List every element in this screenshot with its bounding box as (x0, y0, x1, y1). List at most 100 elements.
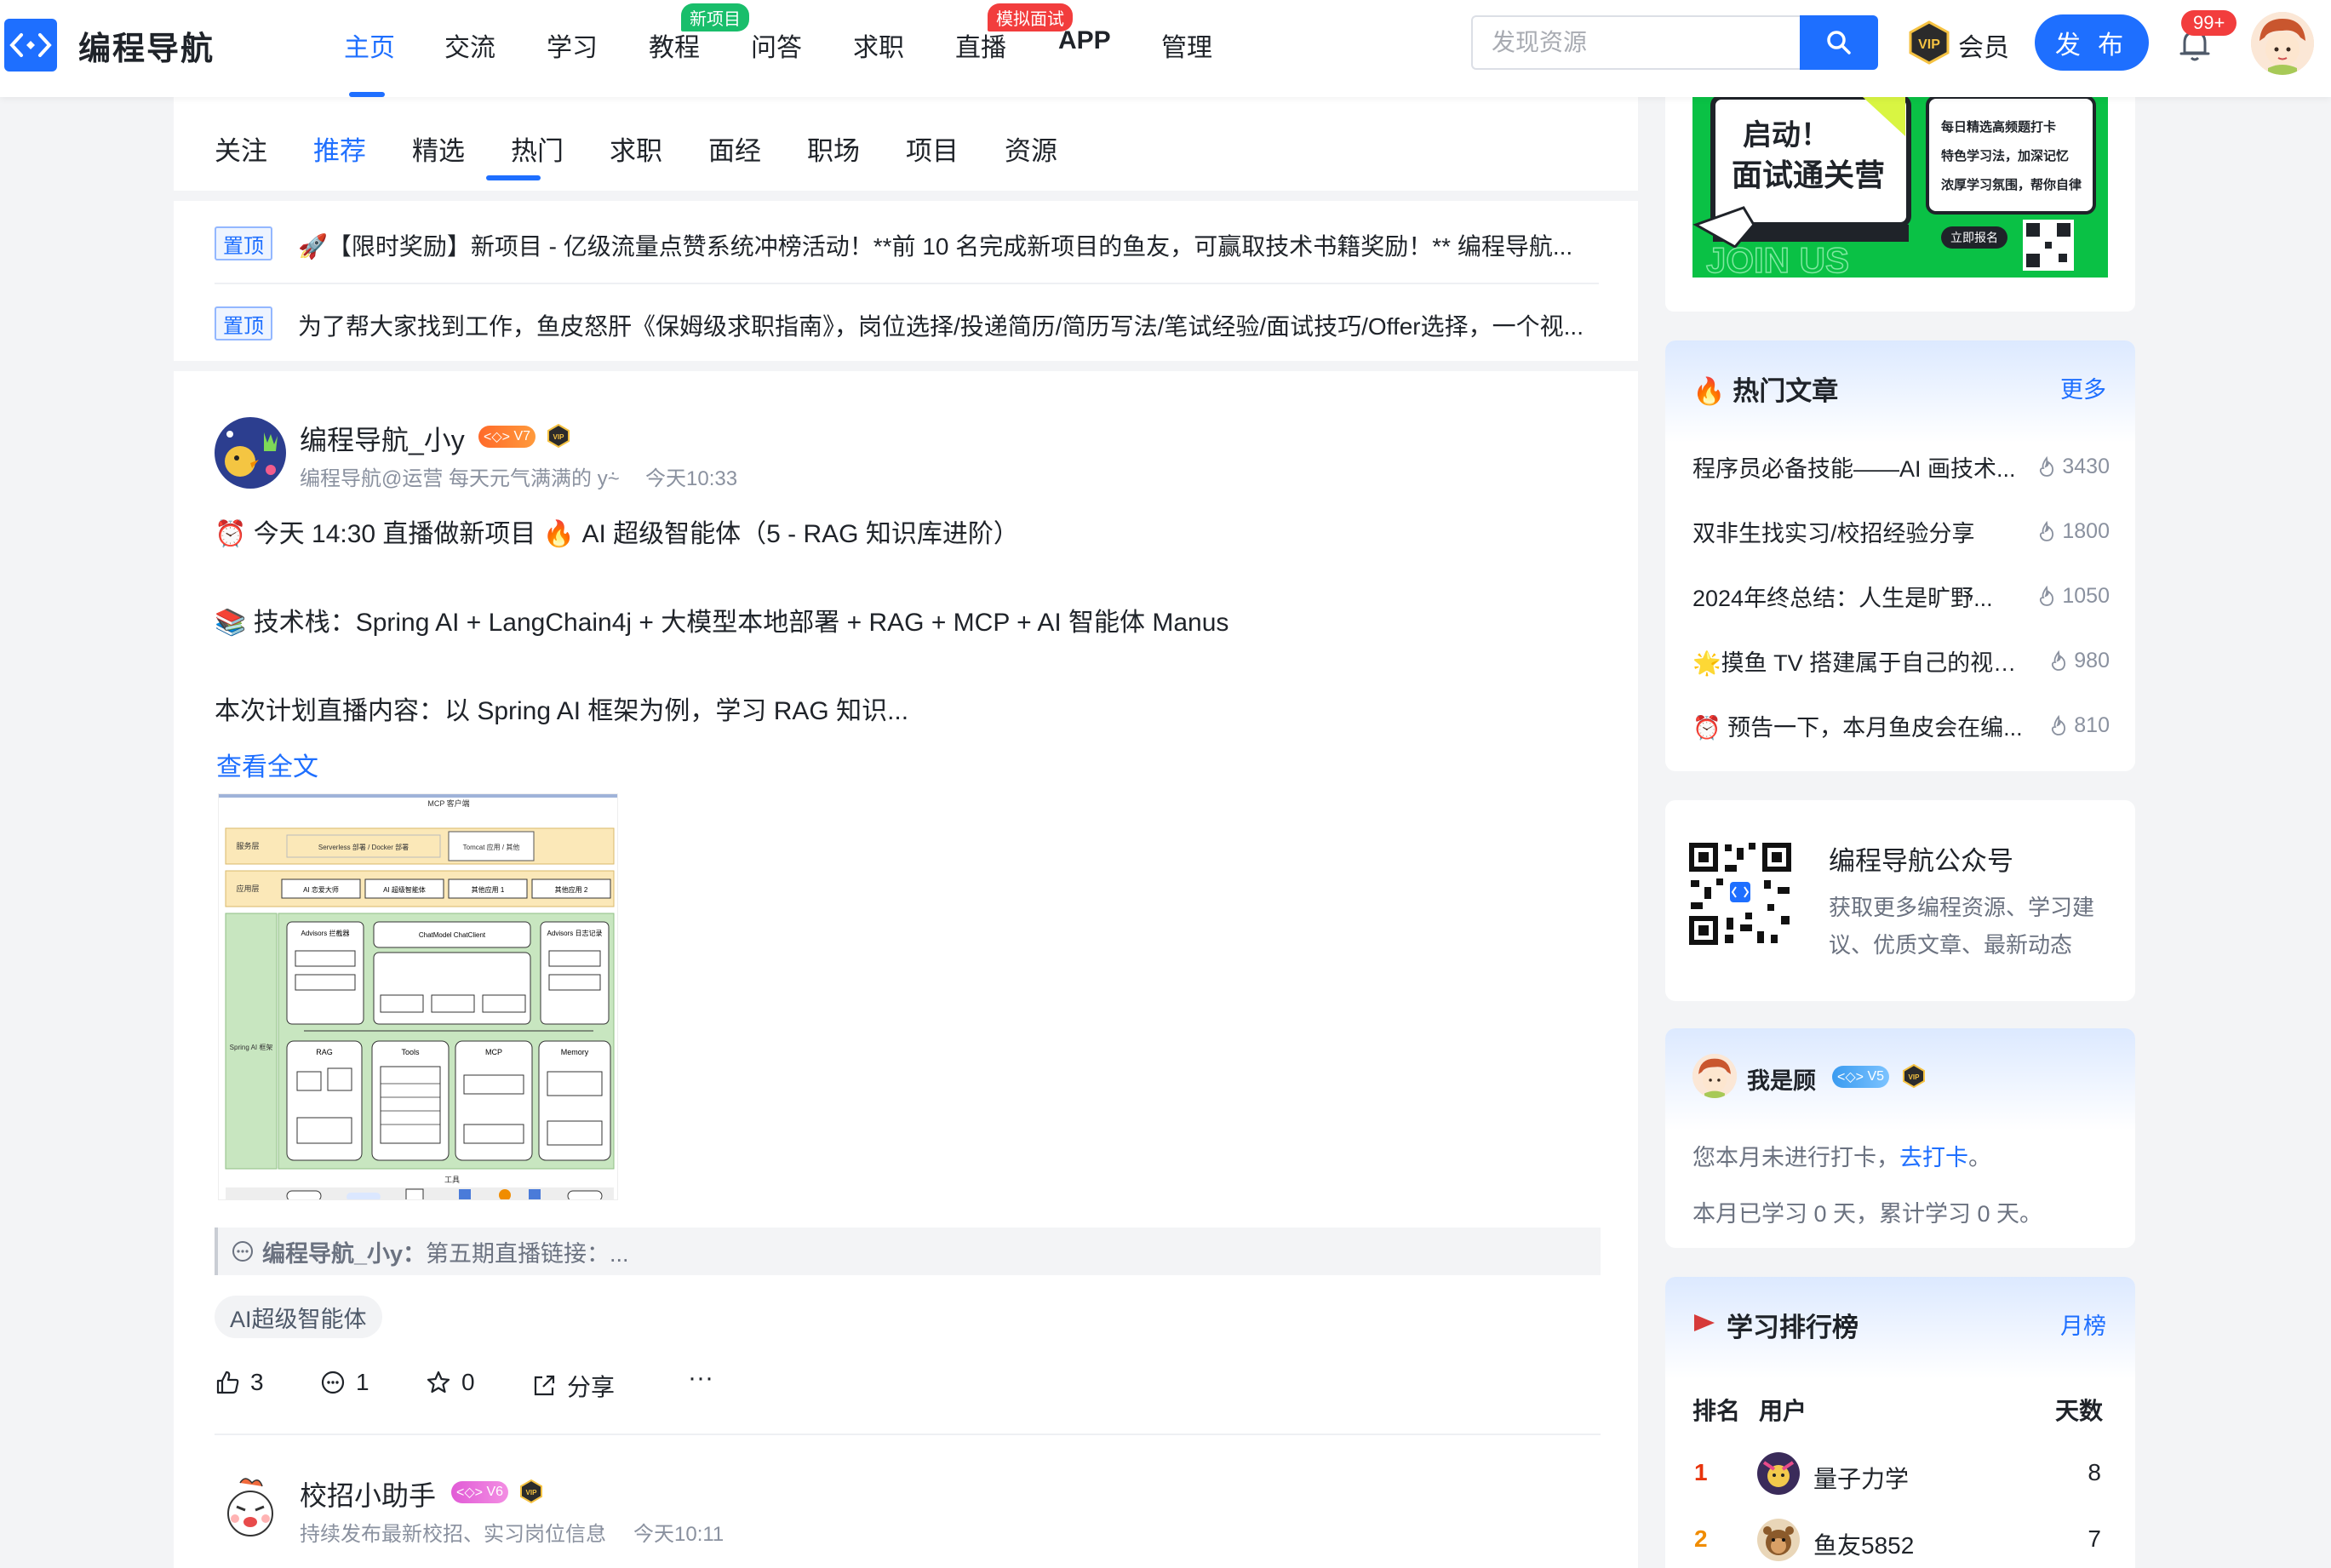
like-button[interactable]: 3 (215, 1369, 264, 1396)
ranking-user-name: 鱼友5852 (1813, 1532, 1915, 1559)
hot-article-item[interactable]: 双非生找实习/校招经验分享 1800 (1692, 514, 2110, 548)
comment-author: 编程导航_小y： (262, 1240, 427, 1267)
nav-active-indicator (349, 92, 385, 97)
tab-interview[interactable]: 面经 (708, 129, 761, 168)
pinned-posts: 置顶 🚀【限时奖励】新项目 - 亿级流量点赞系统冲榜活动！**前 10 名完成新… (174, 201, 1638, 361)
publish-button[interactable]: 发 布 (2035, 14, 2149, 71)
user-avatar[interactable] (2251, 12, 2314, 75)
svg-text:特色学习法，加深记忆: 特色学习法，加深记忆 (1941, 148, 2069, 163)
hot-article-item[interactable]: ⏰ 预告一下，本月鱼皮会在编... 810 (1692, 708, 2110, 742)
level-icon: <◇> (1837, 1070, 1868, 1084)
flame-icon (2052, 715, 2066, 735)
author-bio: 持续发布最新校招、实习岗位信息 (300, 1523, 606, 1546)
tab-follow[interactable]: 关注 (215, 129, 267, 168)
ranking-days: 7 (2088, 1525, 2101, 1552)
nav-jobs[interactable]: 求职 (853, 26, 904, 64)
vip-badge-icon: VIP (547, 424, 570, 448)
search-icon (1827, 31, 1851, 54)
tab-workplace[interactable]: 职场 (807, 129, 860, 168)
divider (215, 1434, 1601, 1435)
pinned-post-title[interactable]: 为了帮大家找到工作，鱼皮怒肝《保姆级求职指南》，岗位选择/投递简历/简历写法/笔… (298, 308, 1592, 342)
ranking-period-selector[interactable]: 月榜 (2060, 1308, 2106, 1341)
search-button[interactable] (1800, 15, 1878, 70)
meta-separator: · (610, 461, 616, 484)
nav-home[interactable]: 主页 (344, 26, 395, 64)
share-label: 分享 (567, 1374, 616, 1400)
post-content-line: 📚 技术栈：Spring AI + LangChain4j + 大模型本地部署 … (215, 609, 1229, 637)
nav-tutorial[interactable]: 教程 (649, 26, 700, 64)
level-icon: <◇> (484, 430, 514, 444)
topic-tag[interactable]: AI超级智能体 (215, 1296, 382, 1338)
author-bio: 编程导航@运营 每天元气满满的 y~ (300, 467, 620, 490)
wechat-account-description: 获取更多编程资源、学习建议、优质文章、最新动态 (1829, 895, 2095, 958)
checkin-link[interactable]: 去打卡 (1899, 1145, 1968, 1170)
ranking-header-user: 用户 (1759, 1398, 1807, 1424)
svg-text:VIP: VIP (1909, 1073, 1921, 1081)
hot-article-title: ⏰ 预告一下，本月鱼皮会在编... (1692, 714, 2023, 741)
tab-hot[interactable]: 热门 (511, 129, 564, 168)
user-name[interactable]: 我是顾 (1747, 1062, 1816, 1096)
svg-text:Tomcat 应用 / 其他: Tomcat 应用 / 其他 (463, 843, 520, 851)
tab-featured[interactable]: 精选 (412, 129, 465, 168)
pinned-post-title[interactable]: 🚀【限时奖励】新项目 - 亿级流量点赞系统冲榜活动！**前 10 名完成新项目的… (298, 228, 1592, 262)
hot-articles-card: 🔥 热门文章 更多 程序员必备技能——AI 画技术... 3430 双非生找实习… (1665, 340, 2135, 771)
user-avatar[interactable] (1692, 1054, 1737, 1098)
svg-text:AI 恋爱大师: AI 恋爱大师 (303, 885, 339, 894)
latest-comment-preview[interactable]: 编程导航_小y： 第五期直播链接：... (215, 1228, 1601, 1275)
ranking-header-rank: 排名 (1692, 1398, 1741, 1424)
like-count: 3 (250, 1369, 264, 1395)
tab-projects[interactable]: 项目 (906, 129, 959, 168)
svg-text:每日精选高频题打卡: 每日精选高频题打卡 (1941, 119, 2056, 134)
svg-text:启动！: 启动！ (1743, 119, 1830, 152)
nav-community[interactable]: 交流 (444, 26, 495, 64)
svg-text:Serverless 部署 / Docker 部署: Serverless 部署 / Docker 部署 (318, 843, 409, 851)
author-avatar[interactable] (215, 1473, 286, 1544)
author-avatar[interactable] (215, 417, 286, 489)
comment-button[interactable]: 1 (320, 1369, 369, 1396)
tab-recommended[interactable]: 推荐 (313, 129, 366, 168)
nav-app[interactable]: APP (1058, 26, 1111, 55)
more-options-button[interactable]: ··· (688, 1364, 713, 1393)
svg-text:Advisors 拦截器: Advisors 拦截器 (301, 929, 350, 937)
tab-resources[interactable]: 资源 (1005, 129, 1057, 168)
svg-text:ChatModel ChatClient: ChatModel ChatClient (419, 931, 486, 939)
hot-article-item[interactable]: 🌟摸鱼 TV 搭建属于自己的视频... 980 (1692, 644, 2110, 678)
ranking-user-avatar (1757, 1519, 1800, 1561)
top-navbar: 编程导航 主页 交流 学习 教程 新项目 问答 求职 直播 模拟面试 APP 管… (0, 0, 2331, 97)
view-count: 980 (2050, 649, 2110, 673)
member-link[interactable]: 会员 (1958, 26, 2009, 64)
pinned-tag: 置顶 (215, 226, 272, 260)
new-project-badge: 新项目 (681, 3, 749, 31)
hot-article-title: 🌟摸鱼 TV 搭建属于自己的视频... (1692, 650, 2025, 676)
favorite-button[interactable]: 0 (426, 1369, 475, 1396)
nav-qa[interactable]: 问答 (751, 26, 802, 64)
promo-banner-image[interactable]: 启动！ 面试通关营 每日精选高频题打卡 特色学习法，加深记忆 浓厚学习氛围，帮你… (1692, 97, 2108, 278)
nav-learn[interactable]: 学习 (547, 26, 598, 64)
promo-card: 启动！ 面试通关营 每日精选高频题打卡 特色学习法，加深记忆 浓厚学习氛围，帮你… (1665, 97, 2135, 312)
site-name[interactable]: 编程导航 (78, 22, 215, 69)
svg-text:RAG: RAG (316, 1048, 333, 1056)
svg-text:Memory: Memory (561, 1048, 589, 1056)
view-count: 810 (2050, 713, 2110, 738)
hot-article-item[interactable]: 程序员必备技能——AI 画技术... 3430 (1692, 449, 2110, 484)
search-input[interactable] (1471, 15, 1801, 70)
author-name[interactable]: 校招小助手 (300, 1474, 436, 1514)
author-name[interactable]: 编程导航_小y (300, 419, 465, 458)
hot-article-item[interactable]: 2024年终总结：人生是旷野... 1050 (1692, 579, 2110, 613)
tab-jobs[interactable]: 求职 (610, 129, 662, 168)
vip-crown-icon[interactable]: VIP (1907, 20, 1951, 65)
post-image-architecture-diagram[interactable]: MCP 客户端 服务层 Serverless 部署 / Docker 部署 To… (218, 793, 618, 1200)
ranking-row[interactable]: 2 鱼友5852 7 (1692, 1519, 2110, 1561)
checkin-status: 您本月未进行打卡，去打卡。 (1692, 1145, 1991, 1170)
checkin-card: 我是顾 <◇> V5 VIP 您本月未进行打卡，去打卡。 本月已学习 0 天，累… (1665, 1028, 2135, 1248)
divider (215, 283, 1599, 284)
hot-articles-more-link[interactable]: 更多 (2060, 371, 2106, 404)
read-more-link[interactable]: 查看全文 (216, 746, 318, 783)
ranking-row[interactable]: 1 量子力学 8 (1692, 1452, 2110, 1495)
nav-admin[interactable]: 管理 (1161, 26, 1212, 64)
share-button[interactable]: 分享 (531, 1369, 615, 1403)
ranking-user-name: 量子力学 (1813, 1466, 1910, 1492)
site-logo-icon[interactable] (4, 19, 57, 72)
star-icon (427, 1371, 450, 1393)
nav-live[interactable]: 直播 (955, 26, 1006, 64)
